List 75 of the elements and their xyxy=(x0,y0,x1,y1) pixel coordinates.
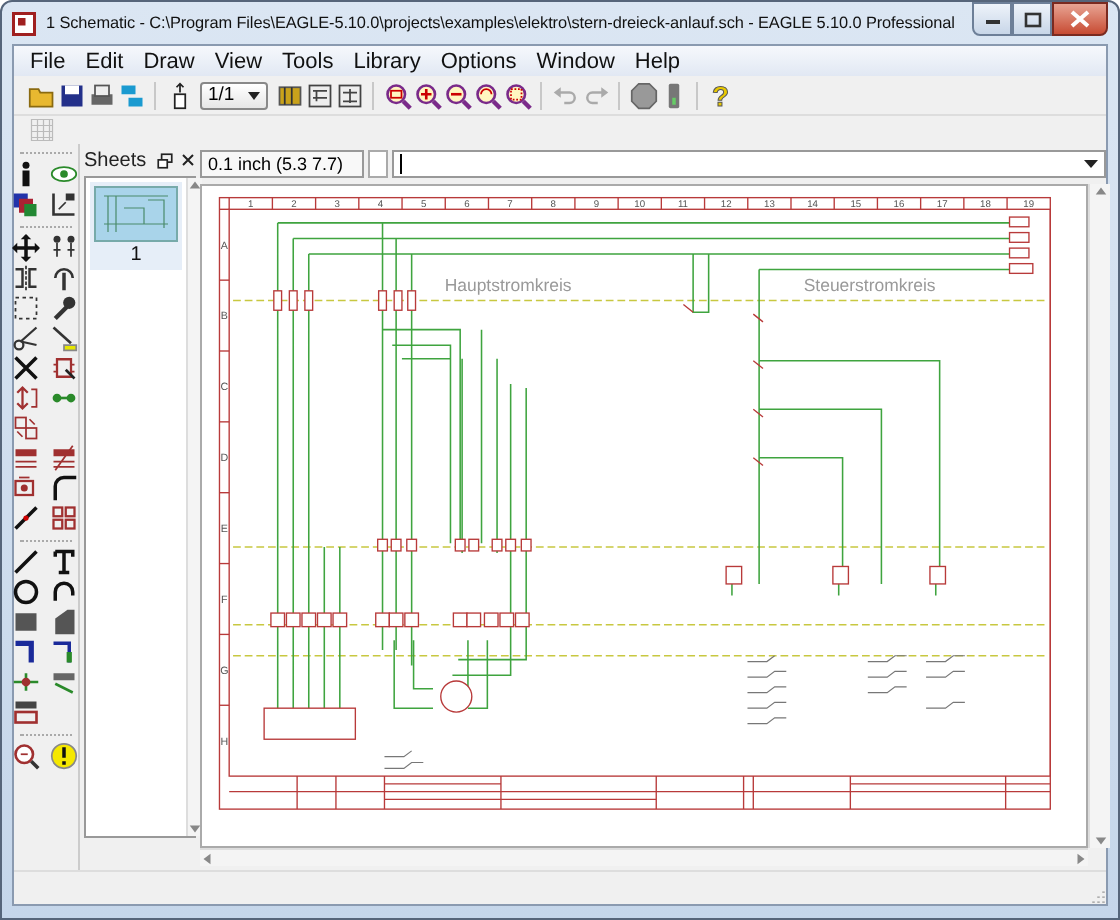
save-icon xyxy=(57,81,85,109)
undo-icon xyxy=(551,81,579,109)
move-icon[interactable] xyxy=(11,234,39,262)
circle-icon[interactable] xyxy=(11,578,39,606)
zoom-out-icon xyxy=(443,81,471,109)
line-icon[interactable] xyxy=(11,548,39,576)
menu-item[interactable]: Library xyxy=(343,49,431,73)
minimize-button[interactable] xyxy=(972,2,1012,36)
scroll-up-arrow-icon[interactable] xyxy=(188,178,202,192)
scroll-left-arrow-icon[interactable] xyxy=(200,851,214,865)
mirror-icon[interactable] xyxy=(11,264,39,292)
zoom-redraw-icon xyxy=(473,81,501,109)
circuit-label: Hauptstromkreis xyxy=(444,274,572,295)
zoom-fit-icon xyxy=(383,81,411,109)
delete-icon[interactable] xyxy=(11,354,39,382)
miter-icon[interactable] xyxy=(49,474,77,502)
stop-icon xyxy=(629,81,657,109)
zoom-redraw-button[interactable] xyxy=(472,79,502,111)
paste-icon[interactable] xyxy=(49,324,77,352)
maximize-button[interactable] xyxy=(1012,2,1052,36)
menu-item[interactable]: Tools xyxy=(272,49,344,73)
maximize-icon xyxy=(1023,11,1041,27)
stop-button[interactable] xyxy=(628,79,658,111)
group-icon[interactable] xyxy=(11,294,39,322)
sheet-thumbnail xyxy=(94,186,178,242)
eye-icon[interactable] xyxy=(49,160,77,188)
float-window-icon[interactable] xyxy=(156,151,174,169)
menu-item[interactable]: View xyxy=(204,49,273,73)
zoom-select-button[interactable] xyxy=(502,79,532,111)
arc-icon[interactable] xyxy=(49,578,77,606)
app-icon xyxy=(12,11,36,35)
text-tool-icon[interactable] xyxy=(49,548,77,576)
window-title: 1 Schematic - C:\Program Files\EAGLE-5.10.0\projects\examples\elektro\stern-dreieck-anlauf.sch - EAGLE 5.10.0 Professional xyxy=(46,14,955,32)
menu-item[interactable]: File xyxy=(20,49,76,73)
print-button[interactable] xyxy=(86,79,116,111)
dropdown-arrow-icon xyxy=(248,91,260,99)
polygon-icon[interactable] xyxy=(49,608,77,636)
command-input[interactable] xyxy=(392,150,1106,178)
scroll-right-arrow-icon[interactable] xyxy=(1074,851,1088,865)
rectangle-icon[interactable] xyxy=(11,608,39,636)
zoom-fit-button[interactable] xyxy=(382,79,412,111)
redo-icon xyxy=(581,81,609,109)
bus-icon[interactable] xyxy=(11,638,39,666)
cut-icon[interactable] xyxy=(11,324,39,352)
layer-field[interactable] xyxy=(368,150,388,178)
menu-item[interactable]: Options xyxy=(430,49,527,73)
menu-item[interactable]: Window xyxy=(526,49,625,73)
layers-icon[interactable] xyxy=(11,190,39,218)
coordinate-display: 0.1 inch (5.3 7.7) xyxy=(200,150,364,178)
zoom-out-button[interactable] xyxy=(442,79,472,111)
dropdown-arrow-icon xyxy=(1084,160,1098,168)
zoom-in-button[interactable] xyxy=(412,79,442,111)
print-icon xyxy=(87,81,115,109)
panel-title: Sheets xyxy=(84,149,149,171)
rotate-icon[interactable] xyxy=(49,264,77,292)
close-icon[interactable] xyxy=(180,152,196,168)
close-icon xyxy=(1070,10,1090,28)
circuit-label: Steuerstromkreis xyxy=(803,274,936,295)
wrench-icon[interactable] xyxy=(49,294,77,322)
junction-icon[interactable] xyxy=(11,668,39,696)
zoom-select-icon xyxy=(503,81,531,109)
menu-item[interactable]: Draw xyxy=(133,49,205,73)
menu-item[interactable]: Edit xyxy=(75,49,134,73)
sheet-number: 1 xyxy=(130,244,142,266)
scroll-down-arrow-icon[interactable] xyxy=(1093,834,1107,848)
net-icon[interactable] xyxy=(49,638,77,666)
menu-item[interactable]: Help xyxy=(624,49,691,73)
board-icon xyxy=(275,81,303,109)
close-button[interactable] xyxy=(1052,2,1108,36)
sheet-item[interactable]: 1 xyxy=(90,182,182,270)
scroll-down-arrow-icon[interactable] xyxy=(188,822,202,836)
zoom-level-select[interactable]: 1/1 xyxy=(200,81,268,109)
errors-icon[interactable] xyxy=(49,742,77,770)
scroll-up-arrow-icon[interactable] xyxy=(1093,184,1107,198)
zoom-in-icon xyxy=(413,81,441,109)
